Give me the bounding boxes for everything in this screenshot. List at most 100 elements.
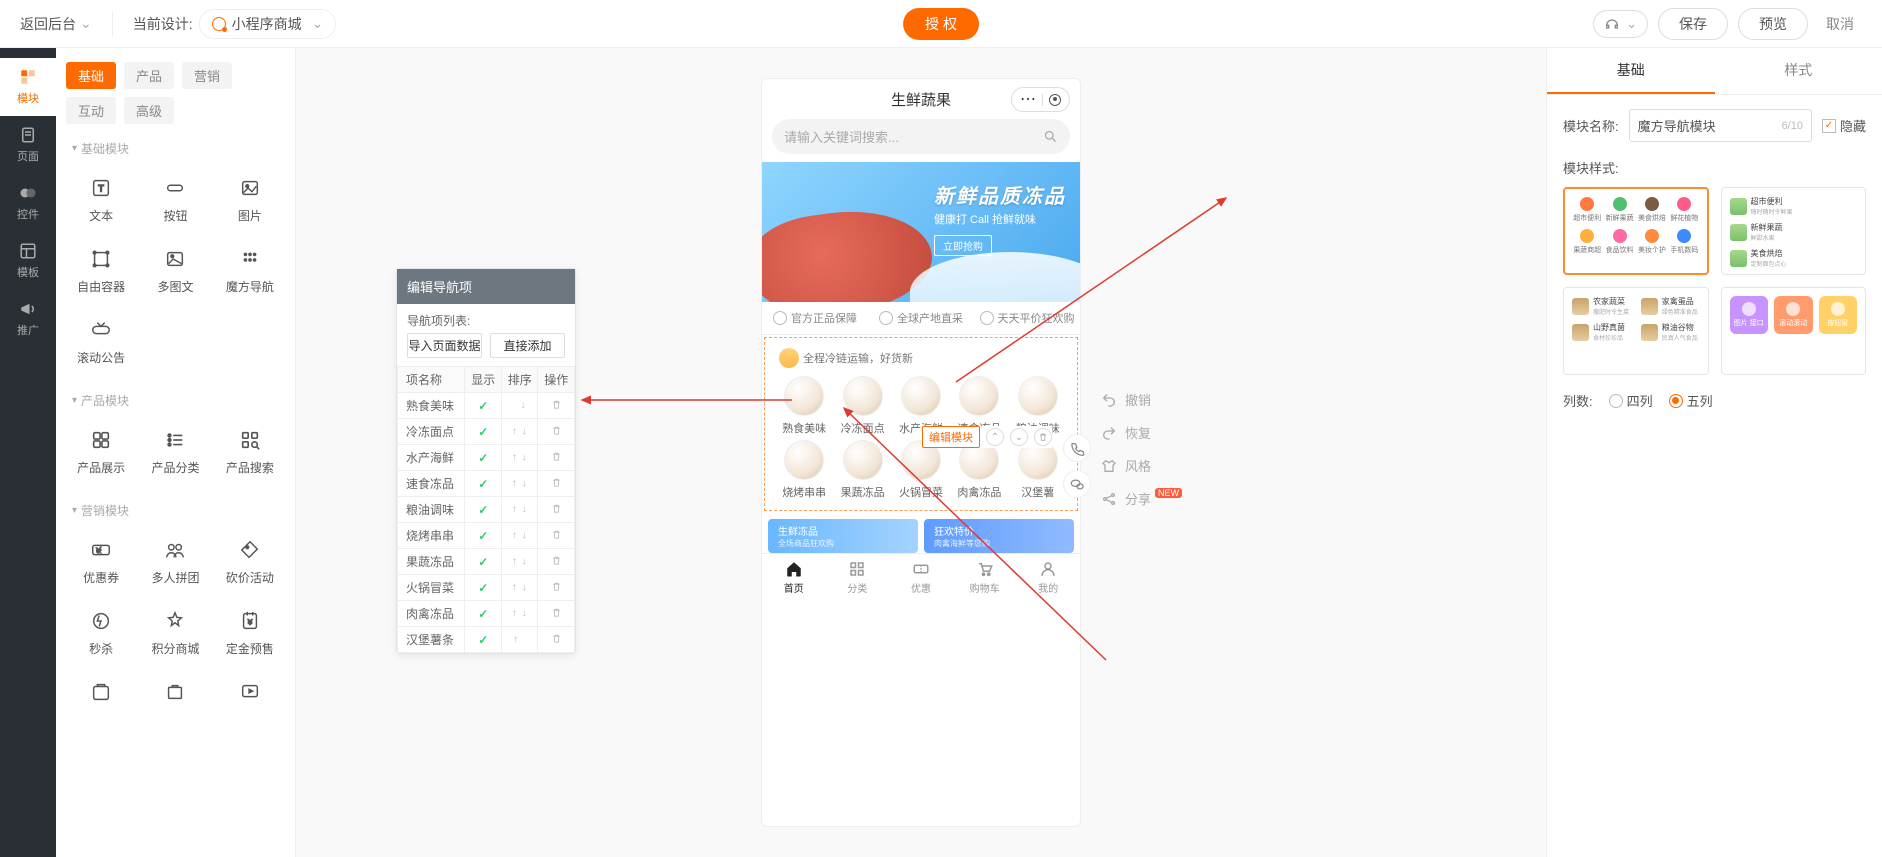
section-product[interactable]: 产品模块 [72, 392, 285, 409]
component-item[interactable]: 产品搜索 [215, 419, 285, 486]
delete-row-button[interactable] [538, 627, 575, 653]
design-selector[interactable]: 小程序商城 [199, 9, 337, 39]
rail-modules[interactable]: 模块 [0, 58, 56, 116]
rail-controls[interactable]: 控件 [0, 174, 56, 232]
edit-module-chip[interactable]: 编辑模块 [922, 426, 980, 448]
component-item[interactable]: 多人拼团 [140, 529, 210, 596]
tab-profile[interactable]: 我的 [1016, 554, 1080, 603]
cancel-button[interactable]: 取消 [1818, 14, 1862, 34]
sort-buttons[interactable]: ↑ ↓ [501, 523, 538, 549]
prop-tab-style[interactable]: 样式 [1715, 48, 1882, 94]
style-button[interactable]: 风格 [1101, 456, 1186, 475]
tab-basic[interactable]: 基础 [66, 62, 116, 89]
component-item[interactable]: ¥定金预售 [215, 600, 285, 667]
component-item[interactable]: 自由容器 [66, 238, 136, 305]
show-toggle[interactable]: ✓ [465, 419, 502, 445]
section-basic[interactable]: 基础模块 [72, 140, 285, 157]
show-toggle[interactable]: ✓ [465, 471, 502, 497]
delete-row-button[interactable] [538, 601, 575, 627]
component-item[interactable]: 积分商城 [140, 600, 210, 667]
component-item[interactable]: 秒杀 [66, 600, 136, 667]
show-toggle[interactable]: ✓ [465, 575, 502, 601]
prop-tab-basic[interactable]: 基础 [1547, 48, 1715, 94]
search-input[interactable]: 请输入关键词搜索... [772, 119, 1070, 154]
sort-buttons[interactable]: ↑ [501, 627, 538, 653]
nav-item[interactable]: 汉堡薯 [1009, 440, 1067, 500]
show-toggle[interactable]: ✓ [465, 497, 502, 523]
show-toggle[interactable]: ✓ [465, 523, 502, 549]
redo-button[interactable]: 恢复 [1101, 423, 1186, 442]
tab-advanced[interactable]: 高级 [124, 97, 174, 124]
nav-item[interactable]: 熟食美味 [775, 376, 833, 436]
radio-5-cols[interactable]: 五列 [1669, 391, 1713, 410]
style-option-3[interactable]: 农家蔬菜撒肥时令生菜家禽蛋品绿色精准食品山野真菌食材珍珍品粮油谷物民真人气食品 [1563, 287, 1709, 375]
rail-promotion[interactable]: 推广 [0, 290, 56, 348]
promo-card[interactable]: 狂欢特价肉禽海鲜等您购 [924, 519, 1074, 553]
chat-float-button[interactable] [1063, 470, 1091, 498]
component-item[interactable]: 图片 [215, 167, 285, 234]
component-item[interactable]: 魔方导航 [215, 238, 285, 305]
delete-row-button[interactable] [538, 497, 575, 523]
tab-home[interactable]: 首页 [762, 554, 826, 603]
authorize-button[interactable]: 授 权 [903, 8, 979, 40]
delete-row-button[interactable] [538, 445, 575, 471]
banner-button[interactable]: 立即抢购 [934, 235, 992, 256]
show-toggle[interactable]: ✓ [465, 445, 502, 471]
rail-pages[interactable]: 页面 [0, 116, 56, 174]
preview-button[interactable]: 预览 [1738, 8, 1808, 40]
radio-4-cols[interactable]: 四列 [1609, 391, 1653, 410]
component-item[interactable]: 滚动公告 [66, 309, 136, 376]
sort-buttons[interactable]: ↑ ↓ [501, 575, 538, 601]
component-item[interactable]: T文本 [66, 167, 136, 234]
component-item[interactable]: 产品分类 [140, 419, 210, 486]
nav-item[interactable]: 冷冻面点 [833, 376, 891, 436]
add-directly-button[interactable]: 直接添加 [490, 333, 565, 358]
sort-buttons[interactable]: ↓ [501, 393, 538, 419]
component-item[interactable]: 按钮 [140, 167, 210, 234]
component-item[interactable]: ¥优惠券 [66, 529, 136, 596]
phone-float-button[interactable] [1063, 434, 1091, 462]
delete-row-button[interactable] [538, 419, 575, 445]
delete-row-button[interactable] [538, 393, 575, 419]
component-item[interactable] [140, 671, 210, 713]
show-toggle[interactable]: ✓ [465, 601, 502, 627]
tab-interact[interactable]: 互动 [66, 97, 116, 124]
delete-row-button[interactable] [538, 471, 575, 497]
back-button[interactable]: 返回后台 [20, 14, 92, 34]
style-option-2[interactable]: 超市便利随时随时令鲜果新鲜果蔬鲜甜水果美食烘焙定制面包点心 [1721, 187, 1867, 275]
delete-row-button[interactable] [538, 523, 575, 549]
component-item[interactable]: 多图文 [140, 238, 210, 305]
undo-button[interactable]: 撤销 [1101, 390, 1186, 409]
component-item[interactable]: 产品展示 [66, 419, 136, 486]
delete-row-button[interactable] [538, 549, 575, 575]
module-name-input[interactable]: 魔方导航模块 6/10 [1629, 109, 1812, 142]
sort-buttons[interactable]: ↑ ↓ [501, 471, 538, 497]
tab-marketing[interactable]: 营销 [182, 62, 232, 89]
nav-item[interactable]: 肉禽冻品 [950, 440, 1008, 500]
delete-row-button[interactable] [538, 575, 575, 601]
hide-checkbox[interactable]: ✓隐藏 [1822, 116, 1866, 135]
nav-item[interactable]: 果蔬冻品 [833, 440, 891, 500]
component-item[interactable]: 砍价活动 [215, 529, 285, 596]
support-button[interactable]: ⌄ [1593, 10, 1648, 38]
tab-product[interactable]: 产品 [124, 62, 174, 89]
move-up-button[interactable]: ⌃ [986, 428, 1004, 446]
style-option-1[interactable]: 超市便利新鲜果蔬美食烘焙鲜花植物果蔬商超食品饮料美妆个护手机数码 [1563, 187, 1709, 275]
save-button[interactable]: 保存 [1658, 8, 1728, 40]
capsule-buttons[interactable] [1011, 87, 1070, 112]
tab-category[interactable]: 分类 [826, 554, 890, 603]
nav-item[interactable]: 烧烤串串 [775, 440, 833, 500]
sort-buttons[interactable]: ↑ ↓ [501, 497, 538, 523]
tab-cart[interactable]: 购物车 [953, 554, 1017, 603]
sort-buttons[interactable]: ↑ ↓ [501, 549, 538, 575]
promo-card[interactable]: 生鲜冻品全场商品狂欢购 [768, 519, 918, 553]
banner[interactable]: 新鲜品质冻品 健康打 Call 抢鲜就味 立即抢购 [762, 162, 1080, 302]
move-down-button[interactable]: ⌄ [1010, 428, 1028, 446]
delete-module-button[interactable] [1034, 428, 1052, 446]
show-toggle[interactable]: ✓ [465, 627, 502, 653]
sort-buttons[interactable]: ↑ ↓ [501, 419, 538, 445]
rail-templates[interactable]: 模板 [0, 232, 56, 290]
import-page-data-button[interactable]: 导入页面数据 [407, 333, 482, 358]
sort-buttons[interactable]: ↑ ↓ [501, 601, 538, 627]
nav-item[interactable]: 火锅冒菜 [892, 440, 950, 500]
